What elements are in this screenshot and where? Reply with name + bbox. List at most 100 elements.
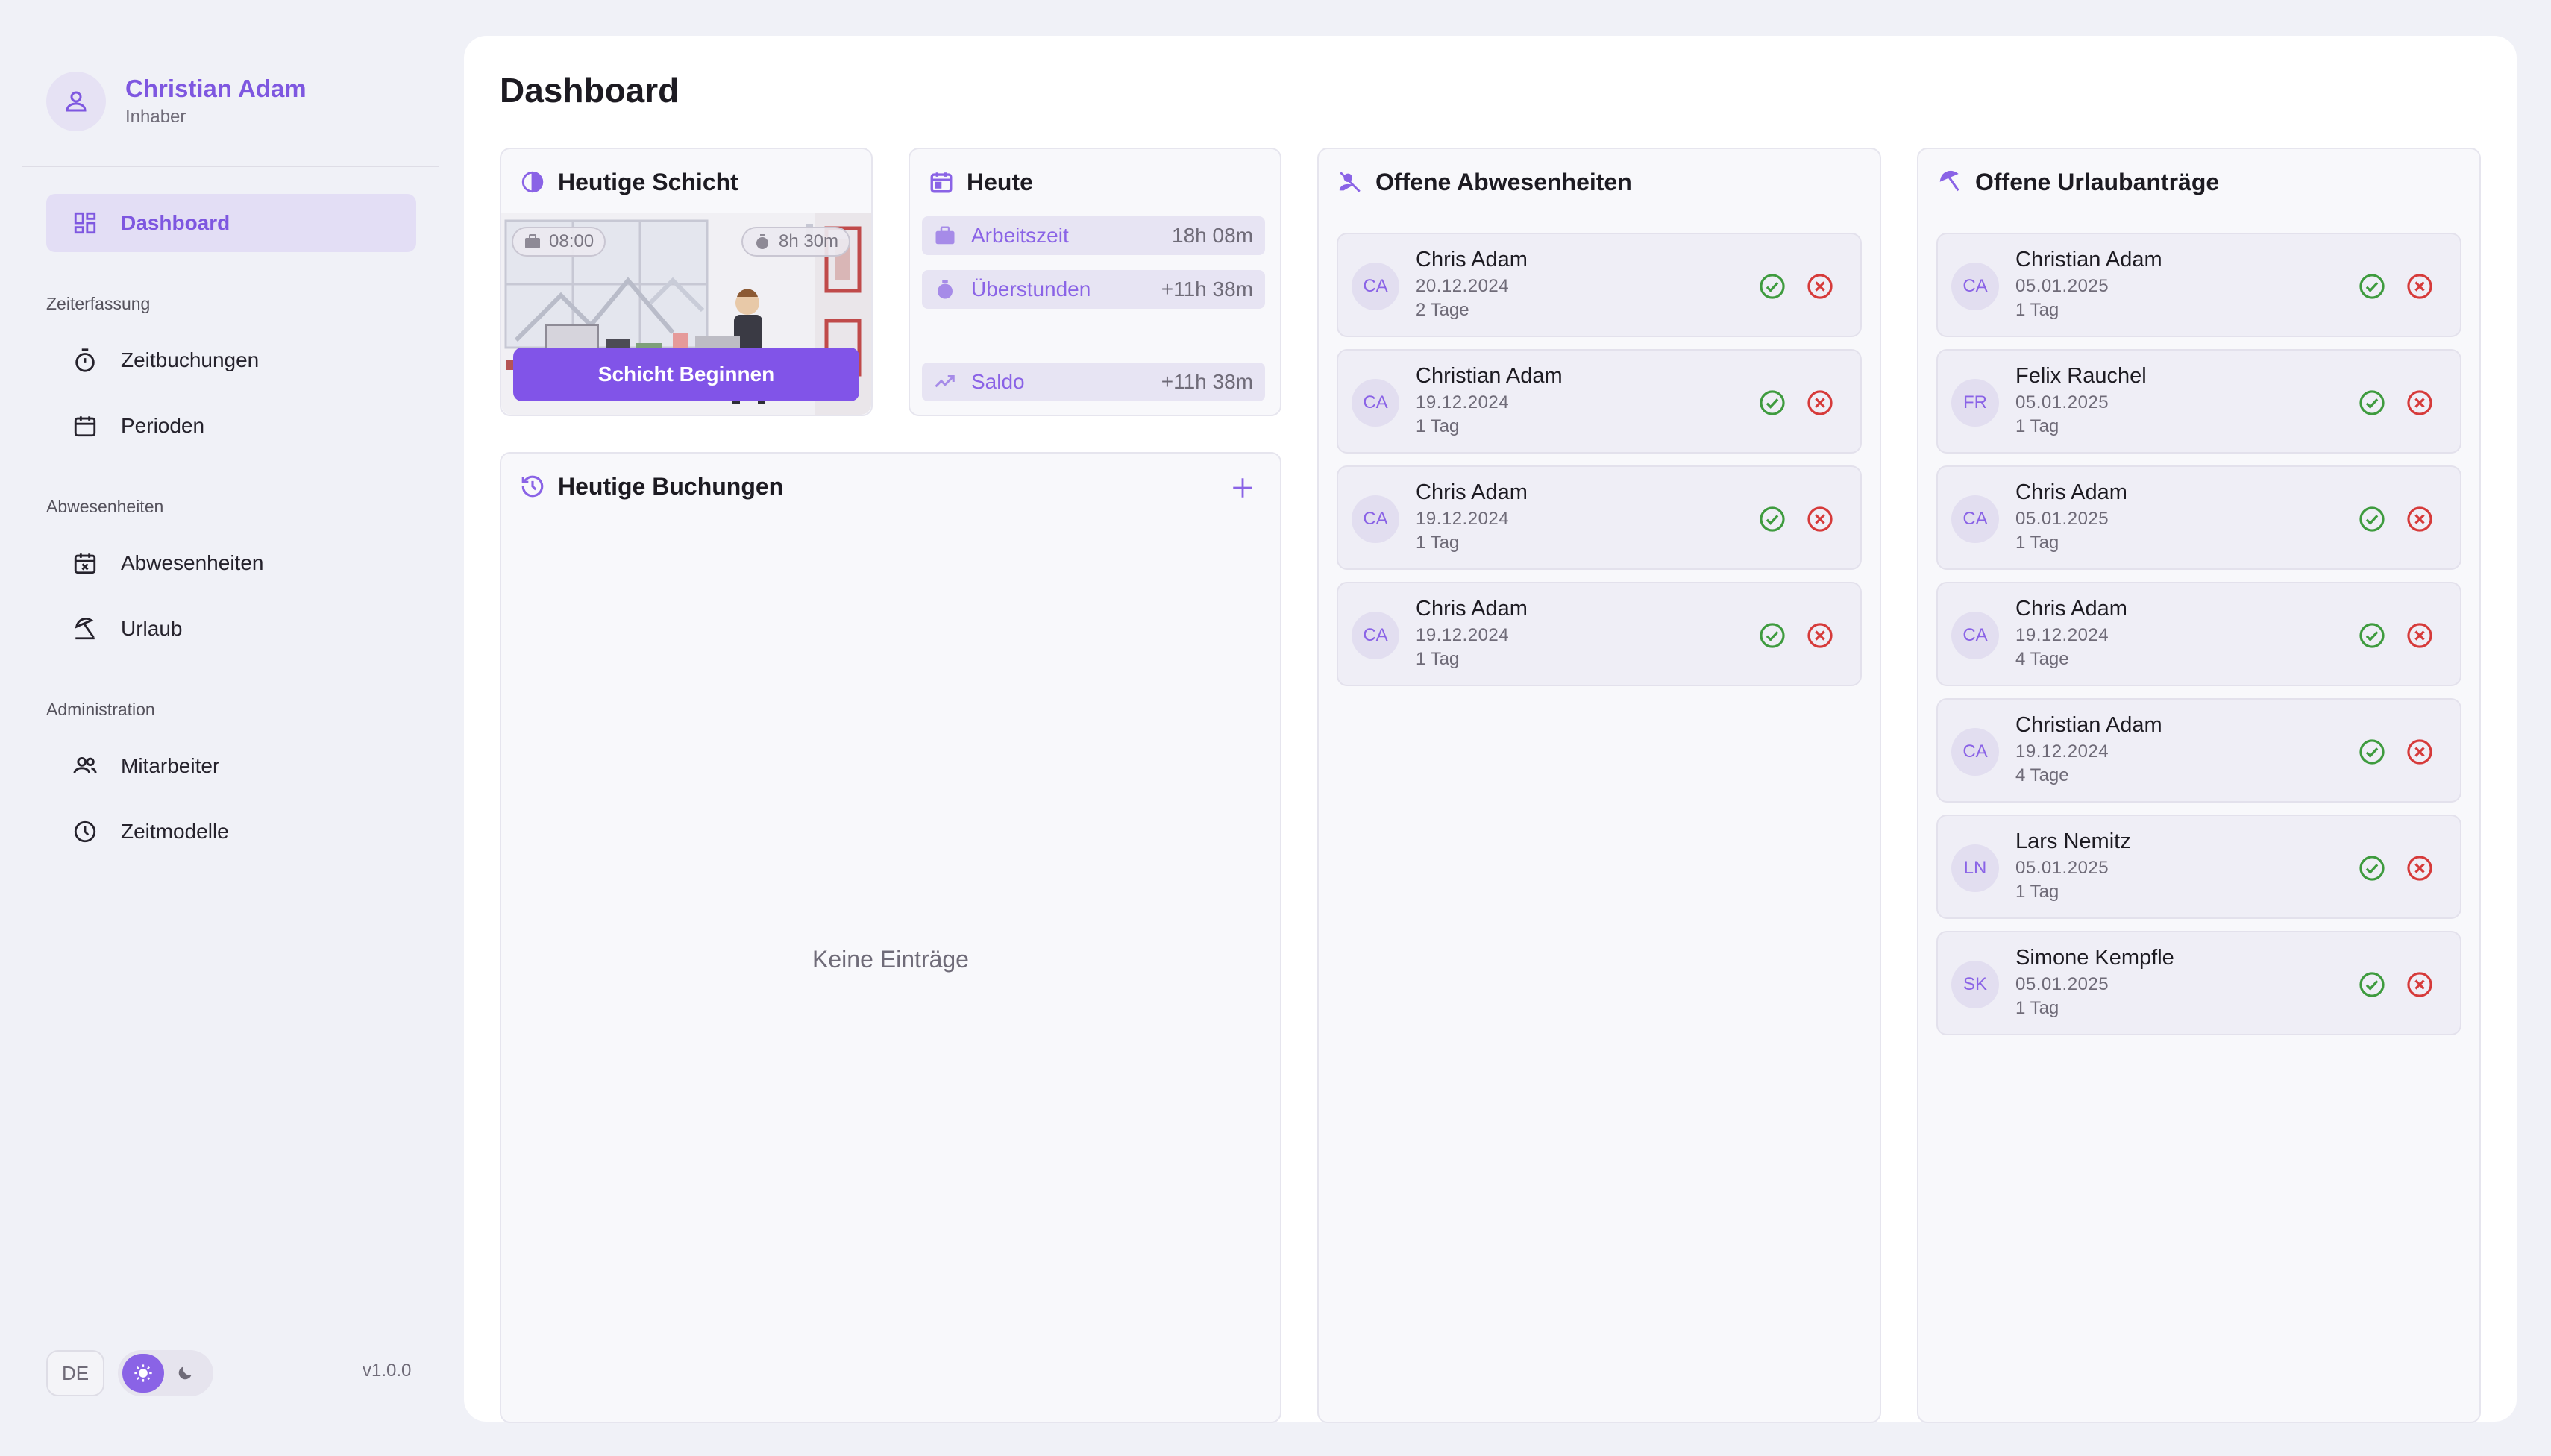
sidebar-item-dashboard[interactable]: Dashboard (46, 194, 416, 252)
plus-icon (1233, 478, 1252, 498)
request-duration: 1 Tag (2015, 533, 2059, 553)
sidebar-item-vacation[interactable]: Urlaub (46, 600, 416, 658)
sidebar-divider (22, 166, 439, 167)
request-item[interactable]: CA Chris Adam 20.12.2024 2 Tage (1337, 233, 1862, 337)
stat-value: +11h 38m (1161, 370, 1253, 393)
stat-label: Arbeitszeit (971, 224, 1069, 247)
stat-overtime: Überstunden +11h 38m (922, 270, 1265, 309)
approve-button[interactable] (2357, 737, 2387, 767)
reject-button[interactable] (2405, 737, 2435, 767)
request-name: Lars Nemitz (2015, 829, 2131, 853)
avatar: CA (1951, 495, 1999, 543)
sidebar-item-periods[interactable]: Perioden (46, 397, 416, 455)
approve-button[interactable] (2357, 970, 2387, 1000)
reject-button[interactable] (2405, 272, 2435, 301)
user-role: Inhaber (125, 107, 186, 127)
approve-button[interactable] (2357, 853, 2387, 883)
request-item[interactable]: LN Lars Nemitz 05.01.2025 1 Tag (1936, 815, 2461, 919)
cancel-circle-icon (2407, 739, 2432, 765)
request-item[interactable]: CA Christian Adam 05.01.2025 1 Tag (1936, 233, 2461, 337)
approve-button[interactable] (2357, 621, 2387, 650)
start-shift-button[interactable]: Schicht Beginnen (513, 348, 859, 401)
dark-mode-option[interactable] (164, 1354, 206, 1393)
approve-button[interactable] (2357, 504, 2387, 534)
approve-button[interactable] (1757, 621, 1787, 650)
reject-button[interactable] (1805, 621, 1835, 650)
request-item[interactable]: CA Chris Adam 05.01.2025 1 Tag (1936, 465, 2461, 570)
sidebar-item-bookings[interactable]: Zeitbuchungen (46, 331, 416, 389)
request-duration: 4 Tage (2015, 765, 2069, 785)
reject-button[interactable] (2405, 621, 2435, 650)
request-item[interactable]: CA Chris Adam 19.12.2024 1 Tag (1337, 465, 1862, 570)
reject-button[interactable] (2405, 970, 2435, 1000)
request-name: Chris Adam (1416, 248, 1528, 272)
avatar: CA (1951, 728, 1999, 776)
check-circle-icon (1760, 623, 1785, 648)
person-off-icon (1335, 167, 1365, 197)
request-item[interactable]: CA Christian Adam 19.12.2024 1 Tag (1337, 349, 1862, 454)
reject-button[interactable] (2405, 388, 2435, 418)
request-duration: 1 Tag (2015, 300, 2059, 320)
avatar: SK (1951, 961, 1999, 1008)
request-name: Chris Adam (1416, 480, 1528, 504)
request-item[interactable]: CA Chris Adam 19.12.2024 1 Tag (1337, 582, 1862, 686)
avatar: CA (1951, 263, 1999, 310)
reject-button[interactable] (1805, 388, 1835, 418)
check-circle-icon (1760, 506, 1785, 532)
request-name: Chris Adam (1416, 597, 1528, 621)
cancel-circle-icon (1807, 274, 1833, 299)
sidebar-item-timemodels[interactable]: Zeitmodelle (46, 803, 416, 861)
today-card: Heute Arbeitszeit 18h 08m Überstunden +1… (909, 148, 1281, 416)
stat-worktime: Arbeitszeit 18h 08m (922, 216, 1265, 255)
avatar: CA (1352, 495, 1399, 543)
avatar: CA (1352, 612, 1399, 659)
request-item[interactable]: SK Simone Kempfle 05.01.2025 1 Tag (1936, 931, 2461, 1035)
theme-toggle[interactable] (118, 1350, 213, 1396)
sidebar-item-label: Urlaub (121, 617, 183, 640)
cancel-circle-icon (2407, 390, 2432, 415)
history-icon (518, 471, 547, 501)
shift-start-time: 08:00 (549, 231, 594, 251)
people-icon (70, 751, 100, 781)
request-date: 05.01.2025 (2015, 974, 2109, 994)
cancel-circle-icon (1807, 390, 1833, 415)
reject-button[interactable] (1805, 504, 1835, 534)
stopwatch-icon (70, 345, 100, 375)
approve-button[interactable] (2357, 272, 2387, 301)
nav-section-time: Zeiterfassung (46, 294, 151, 313)
request-item[interactable]: CA Christian Adam 19.12.2024 4 Tage (1936, 698, 2461, 803)
user-icon (66, 91, 87, 112)
avatar (46, 72, 106, 131)
check-circle-icon (1760, 274, 1785, 299)
reject-button[interactable] (2405, 504, 2435, 534)
approve-button[interactable] (1757, 272, 1787, 301)
sidebar-item-employees[interactable]: Mitarbeiter (46, 737, 416, 795)
light-mode-option[interactable] (122, 1354, 164, 1393)
approve-button[interactable] (2357, 388, 2387, 418)
request-name: Chris Adam (2015, 480, 2127, 504)
shift-duration-chip: 8h 30m (741, 227, 851, 257)
request-item[interactable]: FR Felix Rauchel 05.01.2025 1 Tag (1936, 349, 2461, 454)
calendar-icon (926, 167, 956, 197)
stopwatch-icon (753, 233, 771, 251)
language-button[interactable]: DE (46, 1350, 104, 1396)
vacations-card: Offene Urlaubanträge CA Christian Adam 05.… (1917, 148, 2481, 1423)
sidebar-item-label: Perioden (121, 414, 205, 437)
reject-button[interactable] (2405, 853, 2435, 883)
request-duration: 1 Tag (1416, 649, 1460, 669)
cancel-circle-icon (2407, 506, 2432, 532)
request-date: 19.12.2024 (1416, 509, 1510, 529)
sidebar-item-label: Abwesenheiten (121, 551, 264, 574)
check-circle-icon (2359, 972, 2385, 997)
user-profile[interactable]: Christian Adam Inhaber (46, 72, 307, 131)
approve-button[interactable] (1757, 504, 1787, 534)
request-item[interactable]: CA Chris Adam 19.12.2024 4 Tage (1936, 582, 2461, 686)
reject-button[interactable] (1805, 272, 1835, 301)
sidebar-item-absences[interactable]: Abwesenheiten (46, 534, 416, 592)
approve-button[interactable] (1757, 388, 1787, 418)
check-circle-icon (2359, 390, 2385, 415)
request-date: 05.01.2025 (2015, 392, 2109, 412)
add-booking-button[interactable] (1228, 473, 1258, 503)
avatar: CA (1951, 612, 1999, 659)
request-duration: 2 Tage (1416, 300, 1469, 320)
